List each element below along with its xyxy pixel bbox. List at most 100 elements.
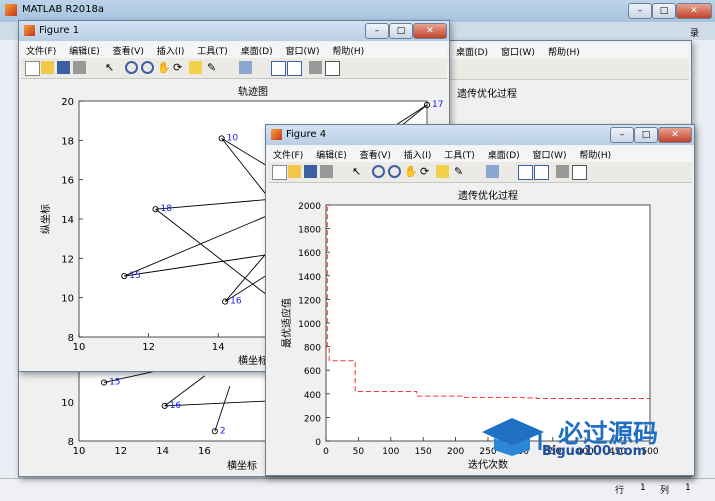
pan-icon[interactable]: ✋ [404,165,418,178]
maximize-icon[interactable]: □ [389,23,413,39]
menu-view[interactable]: 查看(V) [108,42,149,57]
menu-edit[interactable]: 编辑(E) [311,146,352,161]
y-tick-label: 400 [304,391,321,401]
new-figure-icon[interactable] [25,61,40,76]
watermark-url: Biguo100.com [542,444,647,459]
node-label: 18 [161,204,173,214]
close-icon[interactable]: ✕ [413,23,447,39]
pan-icon[interactable]: ✋ [157,61,171,74]
show-plot-tools-icon[interactable] [572,165,587,180]
open-folder-icon[interactable] [288,165,301,178]
menu-edit[interactable]: 编辑(E) [64,42,105,57]
figure-1-menubar: 文件(F) 编辑(E) 查看(V) 插入(I) 工具(T) 桌面(D) 窗口(W… [21,42,447,58]
hide-plot-tools-icon[interactable] [309,61,322,74]
link-plot-icon[interactable] [486,165,499,178]
menu-desktop[interactable]: 桌面(D) [483,146,525,161]
menu-window[interactable]: 窗口(W) [528,146,572,161]
close-icon[interactable]: ✕ [658,127,692,143]
status-row-value: 1 [640,483,646,493]
bg-x-tick-label: 14 [156,446,169,457]
bg-x-tick-label: 12 [114,446,127,457]
pointer-icon[interactable]: ↖ [352,165,365,178]
node-label: 10 [227,133,239,143]
rotate-icon[interactable]: ⟳ [420,165,433,178]
plot-title: 轨迹图 [238,85,268,98]
brush-icon[interactable]: ✎ [454,165,467,178]
data-cursor-icon[interactable] [189,61,202,74]
minimize-icon[interactable]: – [628,3,652,19]
x-tick-label: 50 [353,447,365,457]
menu-desktop[interactable]: 桌面(D) [236,42,278,57]
rotate-icon[interactable]: ⟳ [173,61,186,74]
y-tick-label: 2000 [298,202,321,212]
figure-4-title: Figure 4 [286,129,327,140]
status-row-label: 行 [615,486,625,496]
zoom-out-icon[interactable] [388,165,401,178]
bg-menu-help[interactable]: 帮助(H) [543,43,585,58]
main-right-label: 录 [690,29,700,39]
menu-file[interactable]: 文件(F) [21,42,61,57]
menu-help[interactable]: 帮助(H) [327,42,369,57]
menu-insert[interactable]: 插入(I) [399,146,437,161]
menu-insert[interactable]: 插入(I) [152,42,190,57]
minimize-icon[interactable]: – [365,23,389,39]
menu-window[interactable]: 窗口(W) [281,42,325,57]
figure-4-toolbar: ↖ ✋ ⟳ ✎ [268,162,692,183]
bg-x-tick-label: 10 [73,446,86,457]
menu-tools[interactable]: 工具(T) [439,146,480,161]
menu-help[interactable]: 帮助(H) [574,146,616,161]
bg-menu-desktop[interactable]: 桌面(D) [451,43,493,58]
brush-icon[interactable]: ✎ [207,61,220,74]
figure-1-title: Figure 1 [39,25,80,36]
zoom-out-icon[interactable] [141,61,154,74]
y-tick-label: 1800 [298,226,321,236]
maximize-icon[interactable]: □ [652,3,676,19]
open-folder-icon[interactable] [41,61,54,74]
close-icon[interactable]: ✕ [676,3,712,19]
hide-plot-tools-icon[interactable] [556,165,569,178]
node-label: 15 [129,271,140,281]
minimize-icon[interactable]: – [610,127,634,143]
bg-node-label: 15 [109,378,120,388]
link-plot-icon[interactable] [239,61,252,74]
print-icon[interactable] [73,61,86,74]
show-plot-tools-icon[interactable] [325,61,340,76]
main-window-title: MATLAB R2018a [22,4,105,15]
menu-tools[interactable]: 工具(T) [192,42,233,57]
bg-menu-window[interactable]: 窗口(W) [496,43,540,58]
legend-icon[interactable] [287,61,302,76]
bg-xlabel: 横坐标 [227,461,257,472]
y-tick-label: 20 [61,97,74,108]
y-axis-label: 最优适应值 [280,298,293,348]
status-col-label: 列 [660,486,670,496]
main-window-controls: – □ ✕ [628,3,713,19]
x-tick-label: 10 [73,342,86,353]
data-cursor-icon[interactable] [436,165,449,178]
x-axis-label: 横坐标 [238,354,268,367]
figure-1-titlebar: Figure 1 – □ ✕ [19,21,449,41]
bg-plot-title: 遗传优化过程 [457,89,517,100]
figure-4-menubar: 文件(F) 编辑(E) 查看(V) 插入(I) 工具(T) 桌面(D) 窗口(W… [268,146,692,162]
figure-4-titlebar: Figure 4 – □ ✕ [266,125,694,145]
colorbar-icon[interactable] [518,165,533,180]
maximize-icon[interactable]: □ [634,127,658,143]
y-tick-label: 18 [61,136,74,147]
save-icon[interactable] [304,165,317,178]
new-figure-icon[interactable] [272,165,287,180]
y-tick-label: 10 [61,294,74,305]
legend-icon[interactable] [534,165,549,180]
zoom-in-icon[interactable] [372,165,385,178]
y-tick-label: 14 [61,215,74,226]
print-icon[interactable] [320,165,333,178]
colorbar-icon[interactable] [271,61,286,76]
zoom-in-icon[interactable] [125,61,138,74]
pointer-icon[interactable]: ↖ [105,61,118,74]
x-tick-label: 14 [212,342,225,353]
menu-view[interactable]: 查看(V) [355,146,396,161]
node-label: 16 [230,297,242,307]
save-icon[interactable] [57,61,70,74]
status-col-value: 1 [685,483,691,493]
menu-file[interactable]: 文件(F) [268,146,308,161]
x-tick-label: 150 [415,447,432,457]
x-tick-label: 100 [382,447,399,457]
